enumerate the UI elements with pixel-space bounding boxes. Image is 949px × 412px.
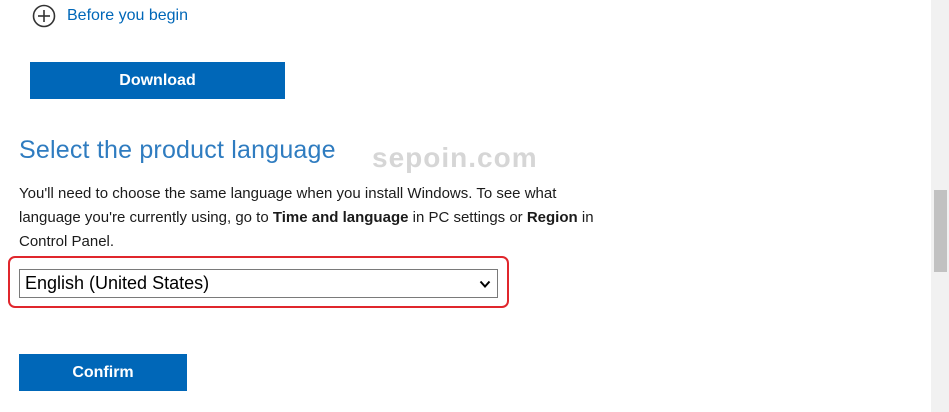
- language-select-value: English (United States): [25, 273, 210, 293]
- download-button[interactable]: Download: [30, 62, 285, 99]
- language-description: You'll need to choose the same language …: [19, 182, 619, 254]
- before-you-begin-label: Before you begin: [67, 7, 188, 24]
- before-you-begin-toggle[interactable]: Before you begin: [32, 4, 188, 28]
- scrollbar-thumb[interactable]: [934, 190, 947, 272]
- confirm-button[interactable]: Confirm: [19, 354, 187, 391]
- chevron-down-icon: [479, 280, 491, 288]
- plus-circle-icon: [32, 4, 56, 28]
- description-text-2: in PC settings or: [408, 209, 527, 226]
- section-heading: Select the product language: [19, 136, 336, 164]
- language-select[interactable]: English (United States): [19, 269, 498, 298]
- time-and-language-emphasis: Time and language: [272, 209, 409, 226]
- watermark: sepoin.com: [372, 142, 538, 173]
- region-emphasis: Region: [526, 209, 578, 226]
- page: Before you begin Download Select the pro…: [0, 0, 949, 412]
